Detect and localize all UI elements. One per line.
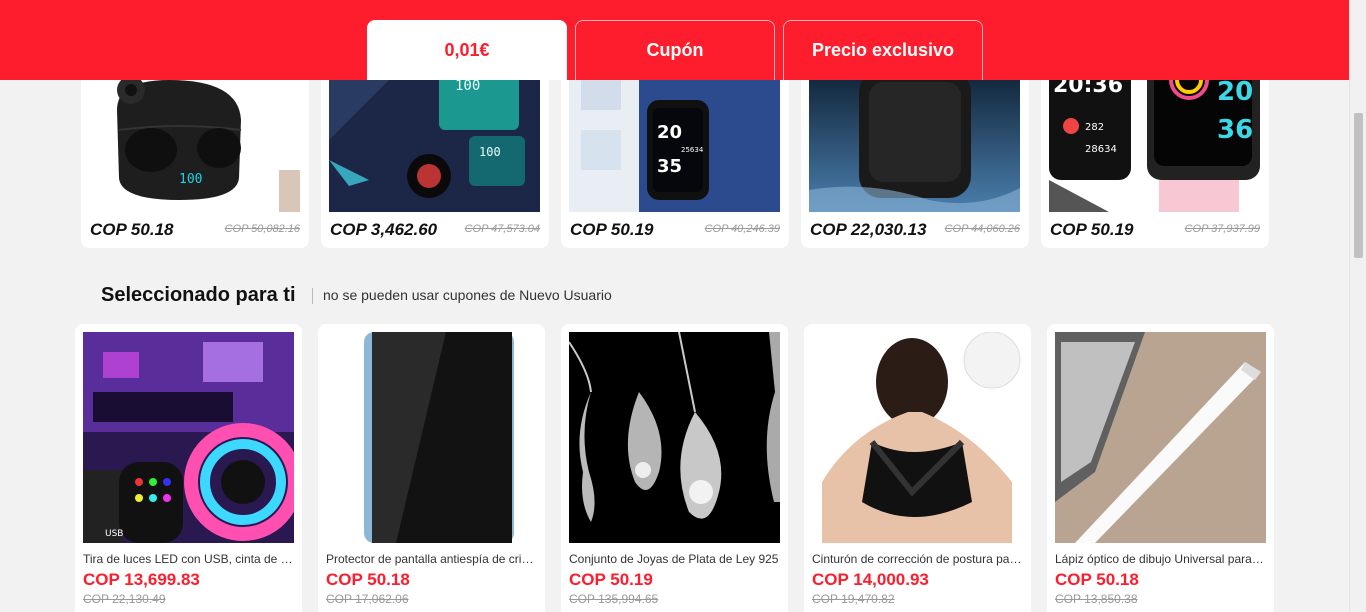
top-product-card[interactable]: 100 100 COP 3,462.60 COP 47,573.04	[321, 60, 549, 248]
product-title[interactable]: Conjunto de Joyas de Plata de Ley 925	[569, 552, 780, 566]
smartwatch-icon: 20:36 282 28634 20 36	[1049, 60, 1260, 212]
earbuds-case-icon: 100 100	[329, 60, 540, 212]
svg-text:36: 36	[1217, 115, 1253, 145]
svg-text:28634: 28634	[1085, 144, 1117, 155]
product-card[interactable]: USB Tira de luces LED con USB, cinta de …	[75, 324, 302, 612]
product-price: COP 3,462.60	[330, 220, 438, 239]
speaker-icon	[809, 60, 1020, 212]
page-scrollbar[interactable]	[1349, 0, 1366, 612]
section-divider	[312, 288, 313, 304]
product-title[interactable]: Tira de luces LED con USB, cinta de luce…	[83, 552, 294, 566]
product-old-price: COP 37,937.99	[1184, 223, 1260, 235]
svg-text:100: 100	[179, 172, 202, 187]
product-title[interactable]: Cinturón de corrección de postura para e…	[812, 552, 1023, 566]
product-price: COP 50.19	[1050, 220, 1134, 239]
product-old-price: COP 13,850.38	[1055, 592, 1138, 606]
product-old-price: COP 17,062.06	[326, 592, 409, 606]
product-old-price: COP 40,246.39	[704, 223, 780, 235]
product-price: COP 50.19	[570, 220, 654, 239]
stylus-icon	[1055, 332, 1266, 543]
smartwatch-icon: 20 35 25634	[569, 60, 780, 212]
section-subtitle: no se pueden usar cupones de Nuevo Usuar…	[323, 287, 612, 303]
product-price: COP 50.18	[326, 570, 410, 589]
svg-text:25634: 25634	[681, 146, 704, 154]
svg-text:USB: USB	[105, 529, 123, 539]
product-old-price: COP 47,573.04	[464, 223, 540, 235]
top-product-card[interactable]: COP 22,030.13 COP 44,060.26	[801, 60, 1029, 248]
product-old-price: COP 44,060.26	[944, 223, 1020, 235]
top-tab-bar: 0,01€ Cupón Precio exclusivo	[0, 0, 1349, 80]
svg-text:35: 35	[657, 156, 682, 177]
top-product-card[interactable]: 20 35 25634 COP 50.19 COP 40,246.39	[561, 60, 789, 248]
section-title: Seleccionado para ti	[101, 284, 296, 306]
product-card[interactable]: Cinturón de corrección de postura para e…	[804, 324, 1031, 612]
led-strip-icon: USB	[83, 332, 294, 543]
posture-belt-icon	[812, 332, 1023, 543]
product-old-price: COP 22,130.49	[83, 592, 166, 606]
svg-text:100: 100	[479, 145, 501, 159]
product-card[interactable]: Protector de pantalla antiespía de crist…	[318, 324, 545, 612]
product-title[interactable]: Lápiz óptico de dibujo Universal para ta…	[1055, 552, 1266, 566]
svg-text:282: 282	[1085, 122, 1104, 133]
product-title[interactable]: Protector de pantalla antiespía de crist…	[326, 552, 537, 566]
product-price: COP 50.18	[90, 220, 174, 239]
scrollbar-thumb[interactable]	[1354, 113, 1363, 258]
product-card[interactable]: Conjunto de Joyas de Plata de Ley 925 CO…	[561, 324, 788, 612]
product-price: COP 50.18	[1055, 570, 1139, 589]
tab-penny-deal[interactable]: 0,01€	[367, 20, 567, 80]
product-old-price: COP 50,082.16	[224, 223, 300, 235]
product-price: COP 13,699.83	[83, 570, 200, 589]
svg-text:20: 20	[1217, 77, 1253, 107]
earbuds-icon: 100	[89, 60, 300, 212]
product-price: COP 14,000.93	[812, 570, 929, 589]
top-product-card[interactable]: 20:36 282 28634 20 36 COP 50.19 COP 37,9…	[1041, 60, 1269, 248]
svg-text:20: 20	[657, 122, 682, 143]
tab-exclusive-price[interactable]: Precio exclusivo	[783, 20, 983, 80]
product-old-price: COP 135,994.65	[569, 592, 659, 606]
product-old-price: COP 19,470.82	[812, 592, 895, 606]
product-price: COP 50.19	[569, 570, 653, 589]
jewelry-icon	[569, 332, 780, 543]
svg-text:100: 100	[455, 78, 480, 94]
tab-coupon[interactable]: Cupón	[575, 20, 775, 80]
product-card[interactable]: Lápiz óptico de dibujo Universal para ta…	[1047, 324, 1274, 612]
top-product-card[interactable]: 100 COP 50.18 COP 50,082.16	[81, 60, 309, 248]
screen-protector-icon	[326, 332, 537, 543]
product-price: COP 22,030.13	[810, 220, 927, 239]
